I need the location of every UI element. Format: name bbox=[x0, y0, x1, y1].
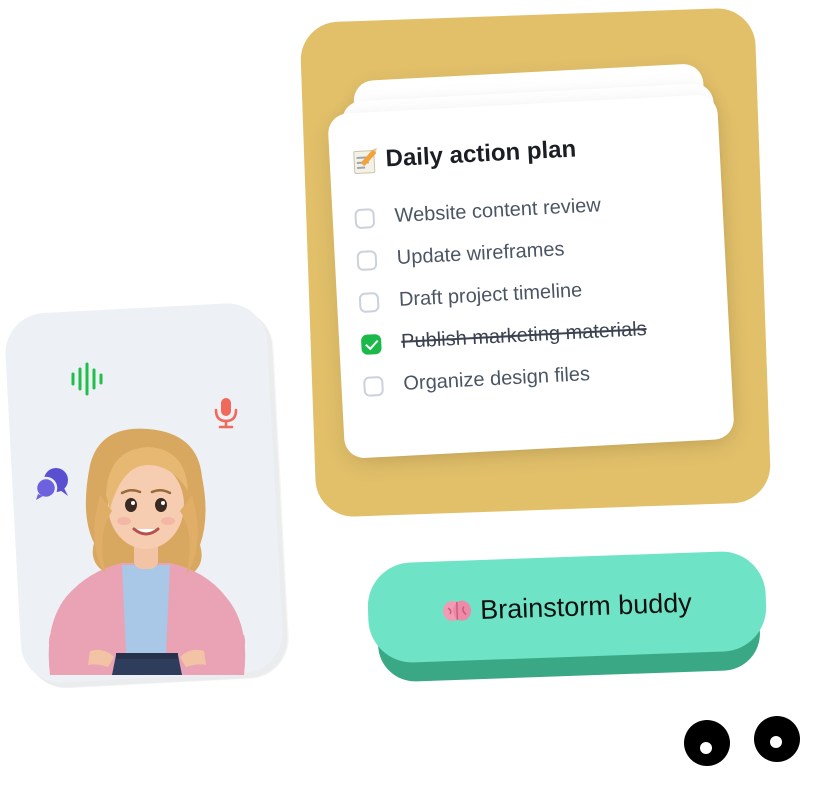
task-label: Draft project timeline bbox=[398, 279, 583, 311]
brainstorm-buddy-button[interactable]: Brainstorm buddy bbox=[366, 550, 768, 664]
task-checkbox[interactable] bbox=[354, 207, 376, 229]
memo-icon bbox=[351, 147, 378, 175]
brainstorm-buddy-label: Brainstorm buddy bbox=[479, 587, 693, 625]
eye-decoration bbox=[754, 716, 800, 762]
task-checkbox[interactable] bbox=[356, 249, 378, 271]
brain-icon bbox=[443, 600, 472, 622]
eye-pupil bbox=[700, 742, 712, 754]
task-checkbox[interactable] bbox=[358, 291, 380, 313]
eye-pupil bbox=[770, 736, 782, 748]
task-checkbox-checked[interactable] bbox=[360, 333, 382, 355]
task-item[interactable]: Draft project timeline bbox=[358, 279, 583, 314]
task-label: Publish marketing materials bbox=[400, 318, 648, 353]
task-checkbox[interactable] bbox=[362, 375, 385, 397]
waveform-icon bbox=[71, 362, 103, 396]
avatar-illustration bbox=[48, 428, 246, 675]
task-item[interactable]: Website content review bbox=[354, 194, 601, 230]
task-label: Website content review bbox=[394, 194, 602, 228]
checklist-title-text: Daily action plan bbox=[384, 135, 577, 173]
checklist-card: Daily action plan Website content review… bbox=[327, 94, 735, 459]
task-item[interactable]: Publish marketing materials bbox=[360, 318, 648, 356]
task-item[interactable]: Update wireframes bbox=[356, 238, 565, 272]
eye-decoration bbox=[684, 720, 730, 766]
task-label: Update wireframes bbox=[396, 238, 566, 269]
task-item[interactable]: Organize design files bbox=[362, 363, 591, 398]
task-label: Organize design files bbox=[402, 363, 591, 395]
checklist-title: Daily action plan bbox=[351, 135, 577, 175]
